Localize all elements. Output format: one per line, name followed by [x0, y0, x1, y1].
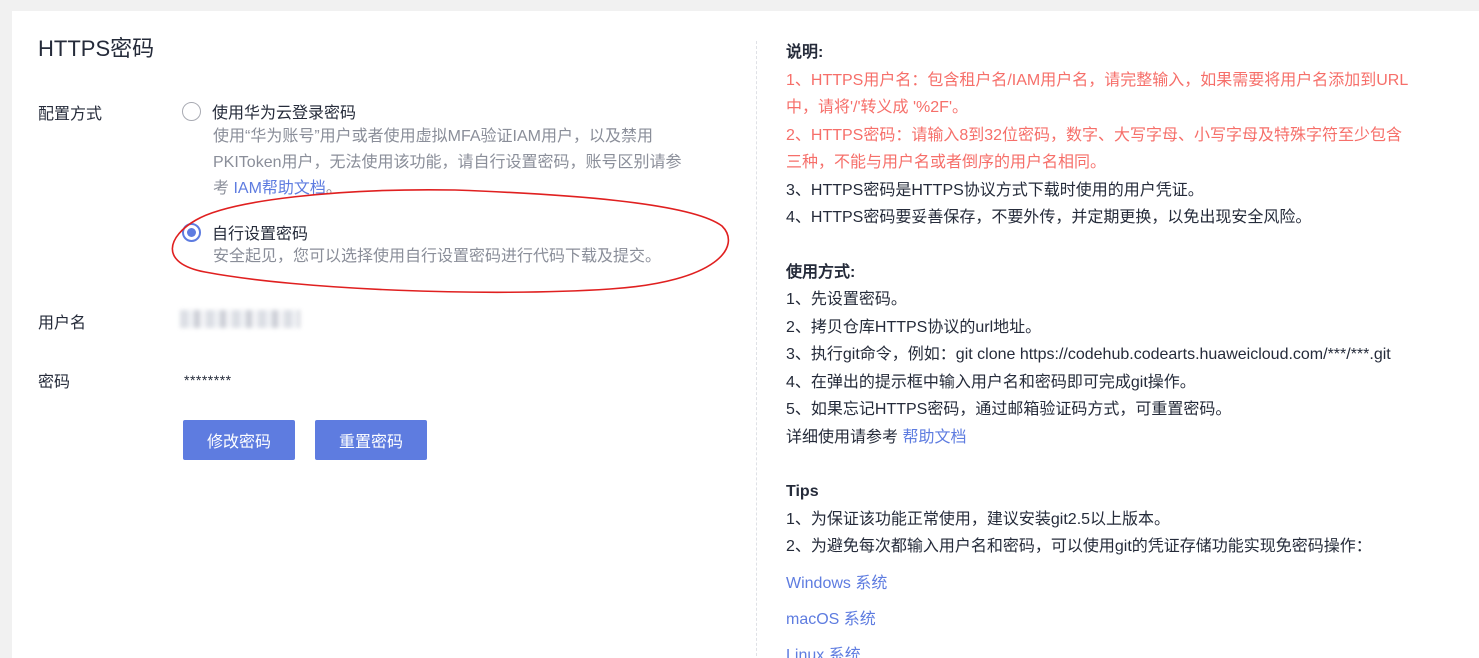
modify-password-button[interactable]: 修改密码 — [183, 420, 295, 460]
radio-option-huawei-cloud-password[interactable]: 使用华为云登录密码 — [182, 99, 356, 123]
username-value-redacted — [180, 310, 300, 328]
radio-label-huawei-cloud-password: 使用华为云登录密码 — [212, 105, 357, 122]
windows-system-link[interactable]: Windows 系统 — [786, 570, 1476, 597]
radio-button-checked[interactable] — [182, 222, 201, 242]
help-panel: 说明: 1、HTTPS用户名：包含租户名/IAM用户名，请完整输入，如果需要将用… — [786, 39, 1476, 658]
usage-detail-prefix: 详细使用请参考 — [786, 428, 903, 446]
option1-desc-line: 使用“华为账号”用户或者使用虚拟MFA验证IAM用户，以及禁用 — [213, 128, 653, 145]
notes-item: 4、HTTPS密码要妥善保存，不要外传，并定期更换，以免出现安全风险。 — [786, 209, 1312, 226]
tips-heading: Tips — [786, 483, 819, 500]
macos-system-link[interactable]: macOS 系统 — [786, 606, 1476, 633]
notes-heading: 说明: — [786, 44, 824, 61]
password-value: ******** — [184, 372, 232, 388]
notes-item: 2、HTTPS密码：请输入8到32位密码，数字、大写字母、小写字母及特殊字符至少… — [786, 126, 1403, 144]
page-title: HTTPS密码 — [38, 36, 155, 61]
iam-help-doc-link[interactable]: IAM帮助文档 — [233, 180, 325, 197]
notes-item: 1、HTTPS用户名：包含租户名/IAM用户名，请完整输入，如果需要将用户名添加… — [786, 71, 1409, 89]
notes-item: 3、HTTPS密码是HTTPS协议方式下载时使用的用户凭证。 — [786, 181, 1204, 199]
notes-item: 中，请将'/'转义成 '%2F'。 — [786, 99, 969, 116]
usage-item: 3、执行git命令，例如：git clone https://codehub.c… — [786, 346, 1391, 363]
tips-item: 1、为保证该功能正常使用，建议安装git2.5以上版本。 — [786, 510, 1171, 528]
radio-label-custom-password: 自行设置密码 — [212, 226, 309, 243]
usage-item: 5、如果忘记HTTPS密码，通过邮箱验证码方式，可重置密码。 — [786, 401, 1232, 418]
tips-item: 2、为避免每次都输入用户名和密码，可以使用git的凭证存储功能实现免密码操作： — [786, 538, 1372, 555]
option1-desc-suffix: 。 — [325, 180, 342, 197]
password-label: 密码 — [38, 374, 71, 391]
reset-password-button[interactable]: 重置密码 — [315, 420, 427, 460]
option1-desc-prefix: 考 — [213, 180, 234, 197]
option1-desc-line: PKIToken用户，无法使用该功能，请自行设置密码，账号区别请参 — [213, 154, 682, 171]
usage-item: 4、在弹出的提示框中输入用户名和密码即可完成git操作。 — [786, 373, 1196, 391]
notes-item: 三种，不能与用户名或者倒序的用户名相同。 — [786, 154, 1107, 171]
usage-item: 1、先设置密码。 — [786, 291, 907, 308]
https-password-panel: HTTPS密码 配置方式 使用华为云登录密码 使用“华为账号”用户或者使用虚拟M… — [12, 11, 1479, 658]
radio-button-unchecked[interactable] — [182, 101, 201, 121]
option2-description: 安全起见，您可以选择使用自行设置密码进行代码下载及提交。 — [213, 248, 662, 265]
config-method-label: 配置方式 — [38, 106, 103, 123]
option1-description: 使用“华为账号”用户或者使用虚拟MFA验证IAM用户，以及禁用 PKIToken… — [213, 124, 682, 202]
linux-system-link[interactable]: Linux 系统 — [786, 642, 1476, 658]
help-doc-link[interactable]: 帮助文档 — [902, 429, 966, 446]
usage-heading: 使用方式: — [786, 263, 856, 281]
vertical-divider — [756, 41, 757, 658]
usage-item: 2、拷贝仓库HTTPS协议的url地址。 — [786, 318, 1042, 336]
radio-option-custom-password[interactable]: 自行设置密码 — [182, 220, 308, 244]
username-label: 用户名 — [38, 315, 87, 332]
